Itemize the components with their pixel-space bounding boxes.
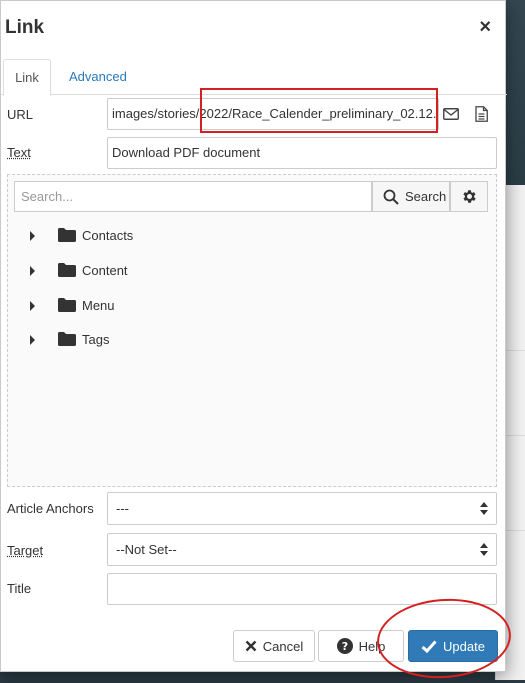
close-icon[interactable]: × [479, 17, 491, 37]
tree-item-contacts[interactable]: Contacts [8, 225, 308, 247]
article-anchors-value: --- [116, 501, 129, 516]
dialog-header: Link × [1, 1, 505, 57]
update-button[interactable]: Update [408, 630, 498, 662]
dialog-title: Link [5, 17, 44, 39]
caret-right-icon[interactable] [30, 231, 35, 241]
folder-icon [58, 332, 76, 346]
caret-right-icon[interactable] [30, 335, 35, 345]
gear-icon [461, 188, 478, 205]
title-input[interactable] [107, 573, 497, 605]
file-browser-icon[interactable] [469, 101, 493, 127]
caret-right-icon[interactable] [30, 266, 35, 276]
folder-icon [58, 228, 76, 242]
tab-link[interactable]: Link [3, 59, 51, 96]
check-icon [421, 640, 437, 653]
email-link-icon[interactable] [439, 101, 463, 127]
article-anchors-label: Article Anchors [7, 501, 94, 516]
title-label: Title [7, 581, 31, 596]
tree-item-label: Contacts [82, 228, 133, 243]
select-arrows-icon [480, 502, 488, 516]
svg-text:?: ? [341, 640, 347, 653]
search-input[interactable]: Search... [14, 181, 372, 212]
url-input[interactable]: images/stories/2022/Race_Calender_prelim… [107, 98, 439, 130]
target-label: Target [7, 543, 43, 558]
caret-right-icon[interactable] [30, 301, 35, 311]
search-icon [383, 189, 399, 205]
cancel-button-label: Cancel [263, 639, 303, 654]
question-circle-icon: ? [337, 638, 353, 654]
url-label: URL [7, 107, 33, 122]
search-button-label: Search [405, 189, 446, 204]
update-button-label: Update [443, 639, 485, 654]
text-input[interactable]: Download PDF document [107, 137, 497, 169]
tree-item-label: Menu [82, 298, 115, 313]
select-arrows-icon [480, 543, 488, 557]
tree-item-tags[interactable]: Tags [8, 329, 308, 351]
link-dialog: Link × Link Advanced URL images/stories/… [0, 0, 506, 672]
dialog-tabs: Link Advanced [1, 57, 507, 95]
tree-item-content[interactable]: Content [8, 260, 308, 282]
target-value: --Not Set-- [116, 542, 177, 557]
tree-item-label: Content [82, 263, 128, 278]
cancel-button[interactable]: Cancel [233, 630, 315, 662]
article-anchors-select[interactable]: --- [107, 492, 497, 525]
close-icon [245, 640, 257, 652]
search-button[interactable]: Search [372, 181, 450, 212]
help-button-label: Help [359, 639, 386, 654]
target-select[interactable]: --Not Set-- [107, 533, 497, 566]
link-browser-panel: Search... Search Contacts Content Menu T… [7, 174, 497, 487]
help-button[interactable]: ? Help [318, 630, 404, 662]
settings-button[interactable] [450, 181, 488, 212]
text-label: Text [7, 145, 31, 160]
tree-item-label: Tags [82, 332, 109, 347]
folder-icon [58, 263, 76, 277]
folder-icon [58, 298, 76, 312]
tab-advanced[interactable]: Advanced [57, 59, 139, 96]
tree-item-menu[interactable]: Menu [8, 295, 308, 317]
